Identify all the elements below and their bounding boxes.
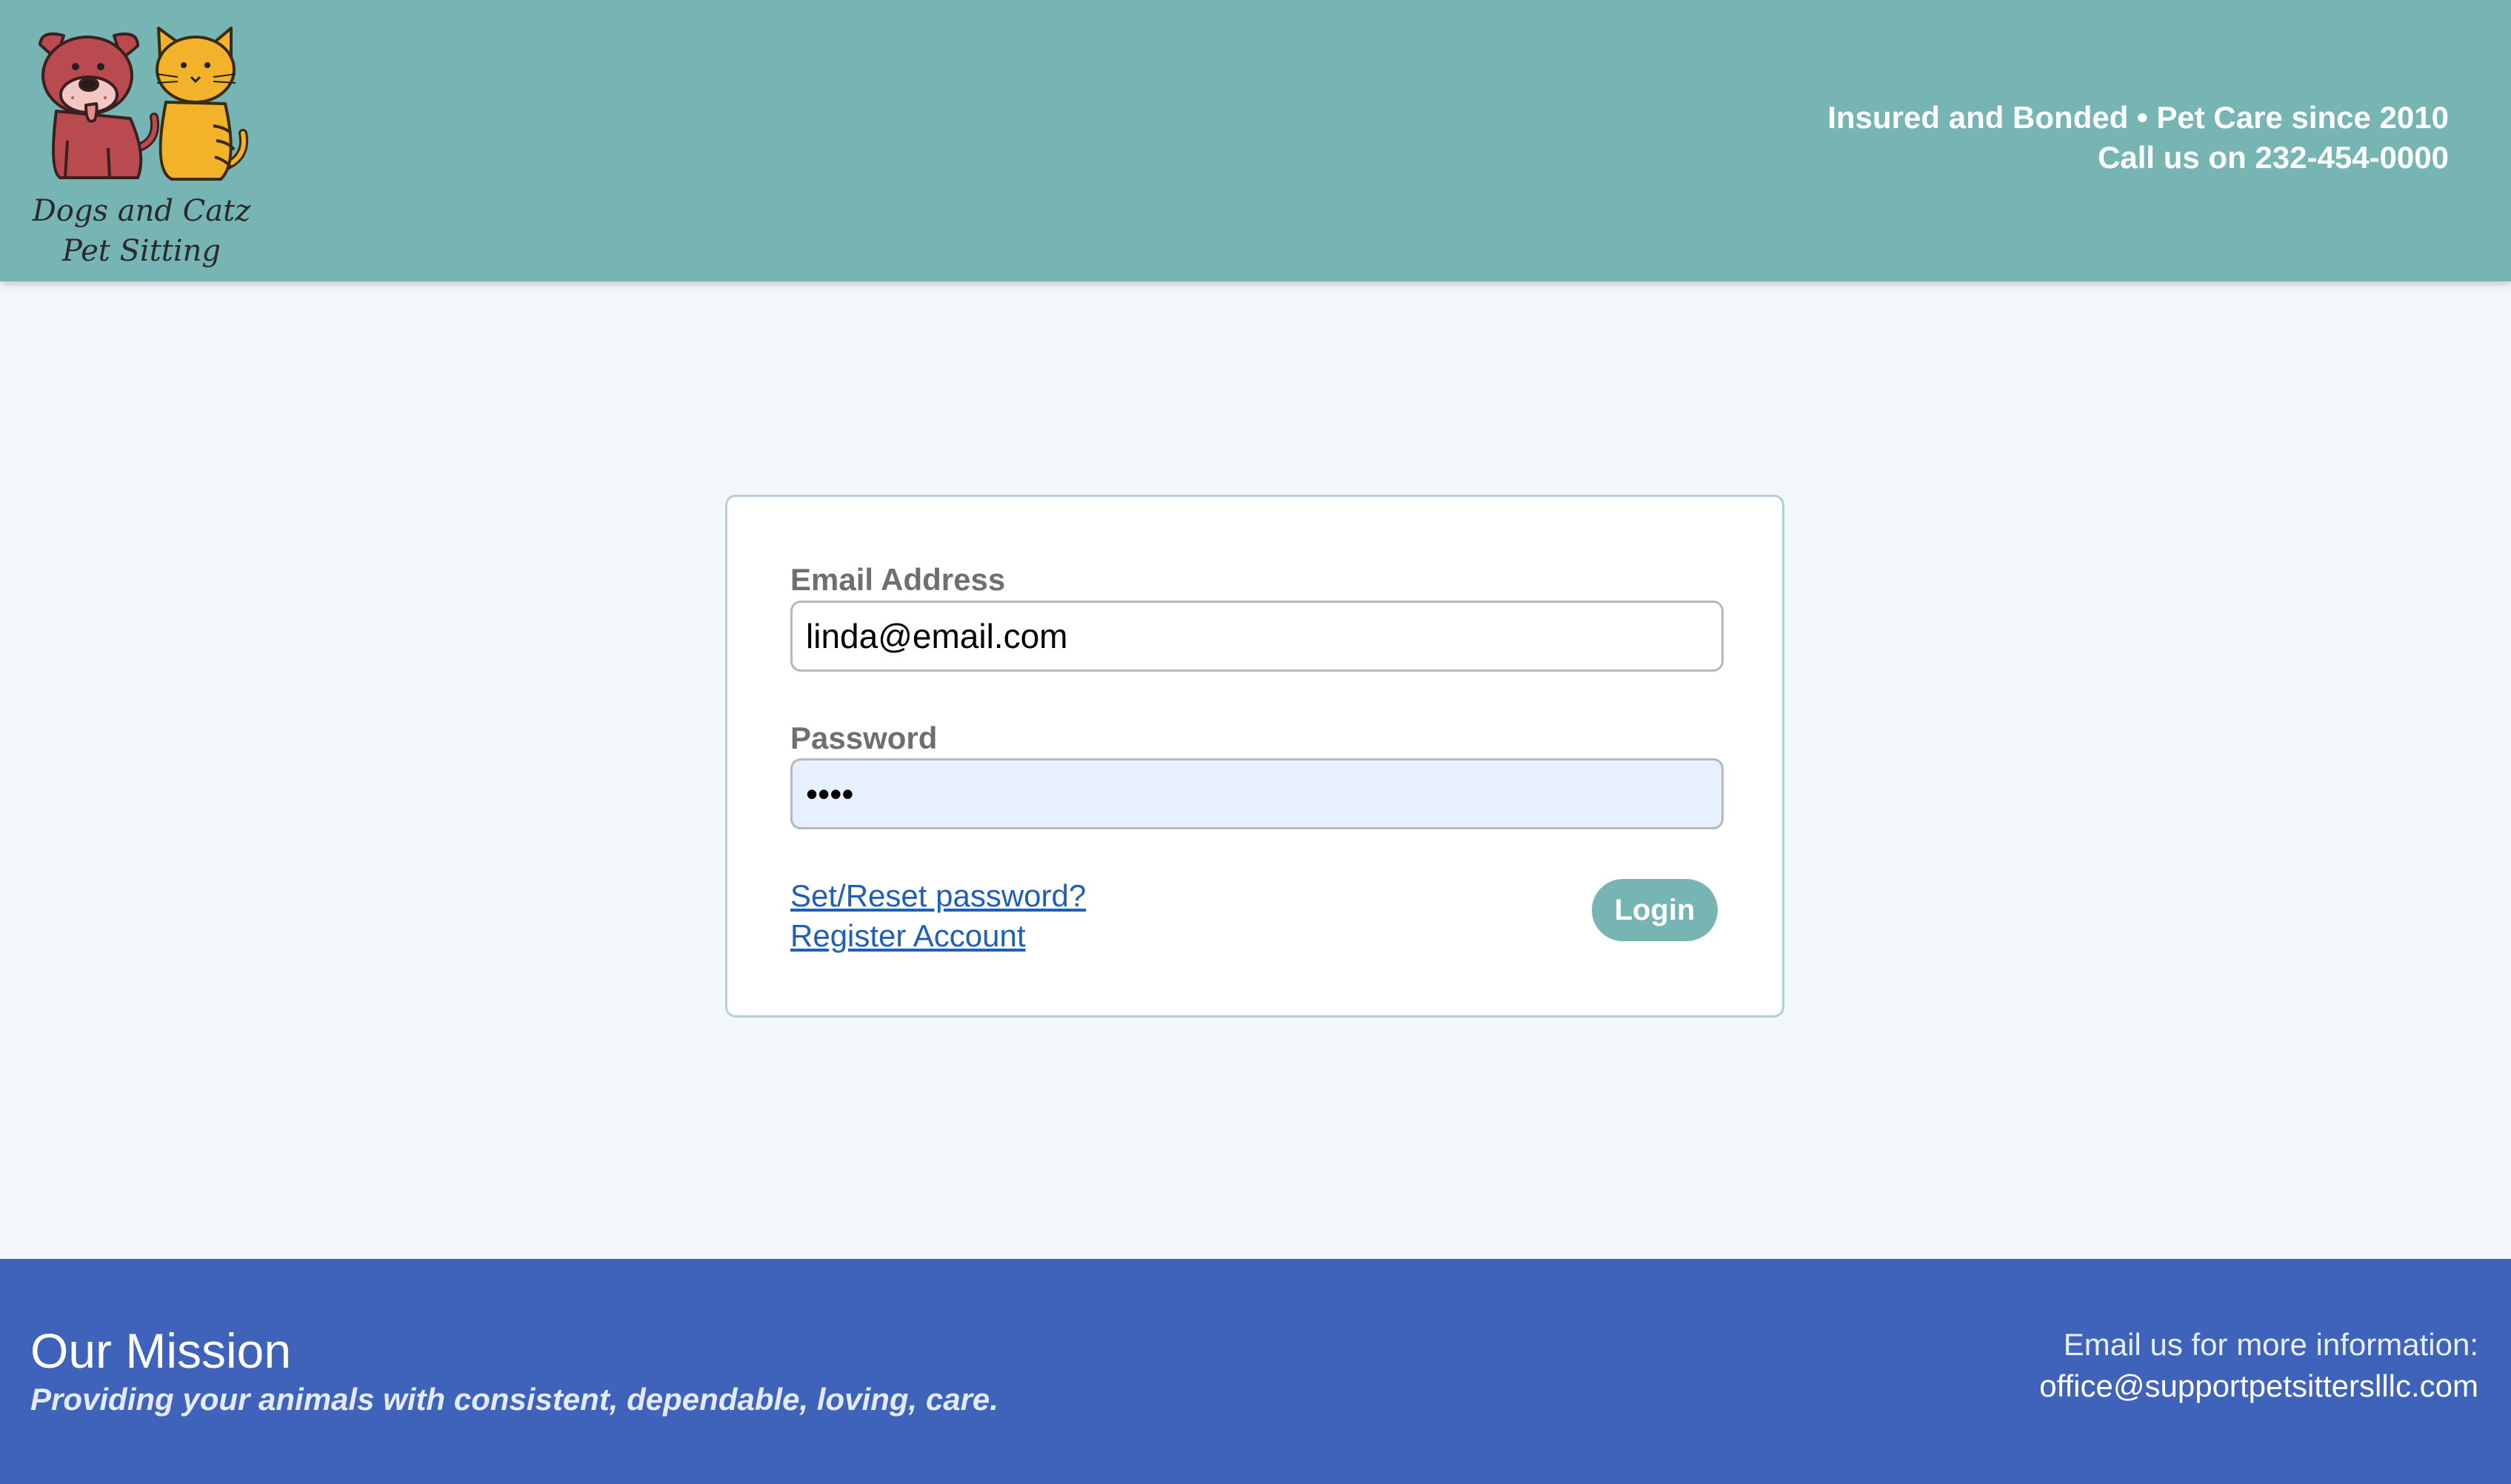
mission-text: Providing your animals with consistent, … bbox=[30, 1382, 998, 1417]
contact-email[interactable]: office@supportpetsitterslllc.com bbox=[2039, 1366, 2478, 1407]
password-label: Password bbox=[790, 721, 938, 755]
header-info: Insured and Bonded • Pet Care since 2010… bbox=[1827, 98, 2449, 178]
logo-text: Dogs and Catz Pet Sitting bbox=[27, 191, 256, 271]
mission-title: Our Mission bbox=[30, 1323, 292, 1378]
dog-and-cat-logo-icon bbox=[39, 27, 249, 181]
logo-line-1: Dogs and Catz bbox=[32, 194, 251, 228]
reset-password-link[interactable]: Set/Reset password? bbox=[790, 876, 1086, 916]
contact-info: Email us for more information: office@su… bbox=[2039, 1324, 2478, 1407]
password-input[interactable] bbox=[790, 758, 1724, 829]
account-links: Set/Reset password? Register Account bbox=[790, 876, 1086, 956]
email-label: Email Address bbox=[790, 562, 1006, 597]
login-button[interactable]: Login bbox=[1592, 879, 1718, 941]
site-logo[interactable]: Dogs and Catz Pet Sitting bbox=[27, 22, 256, 268]
site-header: Dogs and Catz Pet Sitting Insured and Bo… bbox=[0, 0, 2511, 281]
logo-line-2: Pet Sitting bbox=[61, 234, 221, 268]
contact-label: Email us for more information: bbox=[2063, 1327, 2478, 1362]
site-footer: Our Mission Providing your animals with … bbox=[0, 1259, 2511, 1484]
register-account-link[interactable]: Register Account bbox=[790, 916, 1086, 956]
header-tagline: Insured and Bonded • Pet Care since 2010 bbox=[1827, 100, 2449, 135]
login-card: Email Address Password Set/Reset passwor… bbox=[725, 495, 1784, 1017]
header-phone: Call us on 232-454-0000 bbox=[2098, 140, 2449, 175]
email-input[interactable] bbox=[790, 601, 1724, 672]
